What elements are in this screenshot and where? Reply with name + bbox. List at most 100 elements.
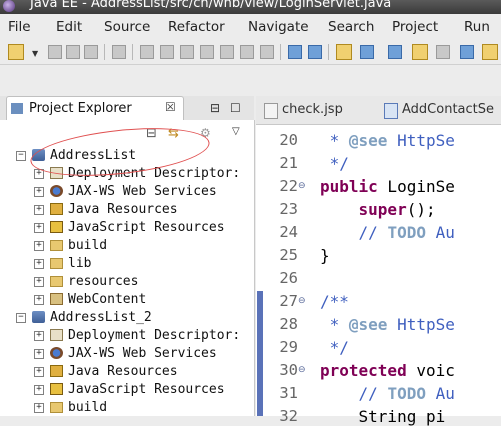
tree-item[interactable]: + Java Resources: [0, 363, 254, 381]
project-explorer-icon: [11, 103, 23, 114]
folder-icon: [50, 258, 63, 269]
line-number: 22: [279, 177, 298, 195]
menu-navigate[interactable]: Navigate: [248, 19, 309, 35]
line-number: 28: [279, 315, 298, 333]
tab-label: Project Explorer: [29, 101, 132, 116]
line-number: 32: [279, 407, 298, 425]
new-dropdown-icon[interactable]: ▼: [32, 49, 38, 58]
code-line: * @see HttpSe: [320, 315, 455, 334]
view-menu-icon[interactable]: ▽: [232, 126, 240, 137]
new-web-service-icon[interactable]: [360, 45, 374, 59]
tree-project[interactable]: − AddressList_2: [0, 309, 254, 327]
tree-item-label: JavaScript Resources: [68, 220, 225, 235]
line-number-gutter: 20 21 22 ⊖ 23 24 25 26 27 ⊖ 28 29 30 ⊖ 31 32: [264, 125, 310, 425]
open-task-icon[interactable]: [412, 44, 428, 60]
tree-item-label: JavaScript Resources: [68, 382, 225, 397]
menu-run[interactable]: Run: [464, 19, 490, 35]
expand-toggle-icon[interactable]: +: [34, 187, 44, 197]
new-server-icon[interactable]: [308, 45, 322, 59]
tab-check-jsp[interactable]: check.jsp: [264, 100, 372, 120]
java-resources-icon: [50, 203, 63, 215]
menu-project[interactable]: Project: [392, 19, 438, 35]
expand-toggle-icon[interactable]: +: [34, 349, 44, 359]
minimize-icon[interactable]: ⊟: [210, 101, 220, 115]
jsp-file-icon: [264, 103, 278, 119]
tree-item-label: AddressList_2: [50, 310, 152, 325]
open-type-icon[interactable]: [336, 44, 352, 60]
code-line: // TODO Au: [320, 384, 455, 403]
editor-tab-bar: check.jsp AddContactSe: [256, 96, 501, 125]
tree-item-label: JAX-WS Web Services: [68, 346, 217, 361]
toolbar-separator: [132, 44, 133, 60]
print-icon[interactable]: [84, 45, 98, 59]
code-line: super();: [358, 200, 436, 219]
tree-item[interactable]: + WebContent: [0, 291, 254, 309]
terminate-icon[interactable]: [180, 45, 194, 59]
expand-toggle-icon[interactable]: +: [34, 331, 44, 341]
tree-item[interactable]: + lib: [0, 255, 254, 273]
tree-item[interactable]: + JavaScript Resources: [0, 219, 254, 237]
expand-toggle-icon[interactable]: +: [34, 223, 44, 233]
tree-item[interactable]: + JAX-WS Web Services: [0, 183, 254, 201]
suspend-icon[interactable]: [160, 45, 174, 59]
expand-toggle-icon[interactable]: +: [34, 403, 44, 413]
step-into-icon[interactable]: [220, 45, 234, 59]
menu-edit[interactable]: Edit: [56, 19, 82, 35]
fold-toggle-icon[interactable]: ⊖: [298, 181, 306, 191]
web-content-icon: [50, 293, 63, 305]
step-over-icon[interactable]: [240, 45, 254, 59]
maximize-icon[interactable]: ☐: [230, 101, 241, 115]
line-number: 25: [279, 246, 298, 264]
tree-item-label: build: [68, 400, 108, 415]
tree-item[interactable]: + build: [0, 237, 254, 255]
save-icon[interactable]: [48, 45, 62, 59]
menu-search[interactable]: Search: [328, 19, 374, 35]
menu-source[interactable]: Source: [104, 19, 150, 35]
expand-toggle-icon[interactable]: +: [34, 241, 44, 251]
tab-project-explorer[interactable]: Project Explorer ☒: [6, 96, 184, 121]
skip-breakpoints-icon[interactable]: [112, 45, 126, 59]
tree-item[interactable]: + Deployment Descriptor:: [0, 327, 254, 345]
disconnect-icon[interactable]: [200, 45, 214, 59]
expand-toggle-icon[interactable]: +: [34, 385, 44, 395]
step-return-icon[interactable]: [260, 45, 274, 59]
expand-toggle-icon[interactable]: +: [34, 205, 44, 215]
expand-toggle-icon[interactable]: +: [34, 295, 44, 305]
tree-item-label: Java Resources: [68, 364, 178, 379]
resume-icon[interactable]: [140, 45, 154, 59]
window-title: Java EE - AddressList/src/cn/wnb/view/Lo…: [30, 0, 392, 11]
tree-item[interactable]: + resources: [0, 273, 254, 291]
line-number: 29: [279, 338, 298, 356]
save-all-icon[interactable]: [66, 45, 80, 59]
tree-item-label: resources: [68, 274, 139, 289]
window-title-bar: Java EE - AddressList/src/cn/wnb/view/Lo…: [0, 0, 501, 14]
line-number: 27: [279, 292, 298, 310]
tree-item[interactable]: + JavaScript Resources: [0, 381, 254, 399]
new-class-icon[interactable]: [388, 45, 402, 59]
server-icon[interactable]: [288, 45, 302, 59]
new-icon[interactable]: [8, 44, 24, 60]
tab-addcontactservlet[interactable]: AddContactSe: [384, 100, 501, 120]
folder-icon: [50, 240, 63, 251]
expand-toggle-icon[interactable]: +: [34, 259, 44, 269]
eclipse-icon: [3, 0, 15, 12]
search-icon[interactable]: [436, 45, 450, 59]
code-line: */: [320, 338, 349, 357]
close-icon[interactable]: ☒: [165, 100, 176, 114]
collapse-toggle-icon[interactable]: −: [16, 313, 26, 323]
expand-toggle-icon[interactable]: +: [34, 277, 44, 287]
java-resources-icon: [50, 365, 63, 377]
fold-toggle-icon[interactable]: ⊖: [298, 296, 306, 306]
run-icon[interactable]: [482, 44, 498, 60]
expand-toggle-icon[interactable]: +: [34, 367, 44, 377]
debug-icon[interactable]: [460, 45, 474, 59]
menu-file[interactable]: File: [8, 19, 31, 35]
line-number: 21: [279, 154, 298, 172]
tree-item[interactable]: + Java Resources: [0, 201, 254, 219]
menu-refactor[interactable]: Refactor: [168, 19, 225, 35]
tree-item[interactable]: + JAX-WS Web Services: [0, 345, 254, 363]
fold-toggle-icon[interactable]: ⊖: [298, 365, 306, 375]
collapse-toggle-icon[interactable]: −: [16, 151, 26, 161]
tree-item[interactable]: + build: [0, 399, 254, 417]
line-number: 30: [279, 361, 298, 379]
